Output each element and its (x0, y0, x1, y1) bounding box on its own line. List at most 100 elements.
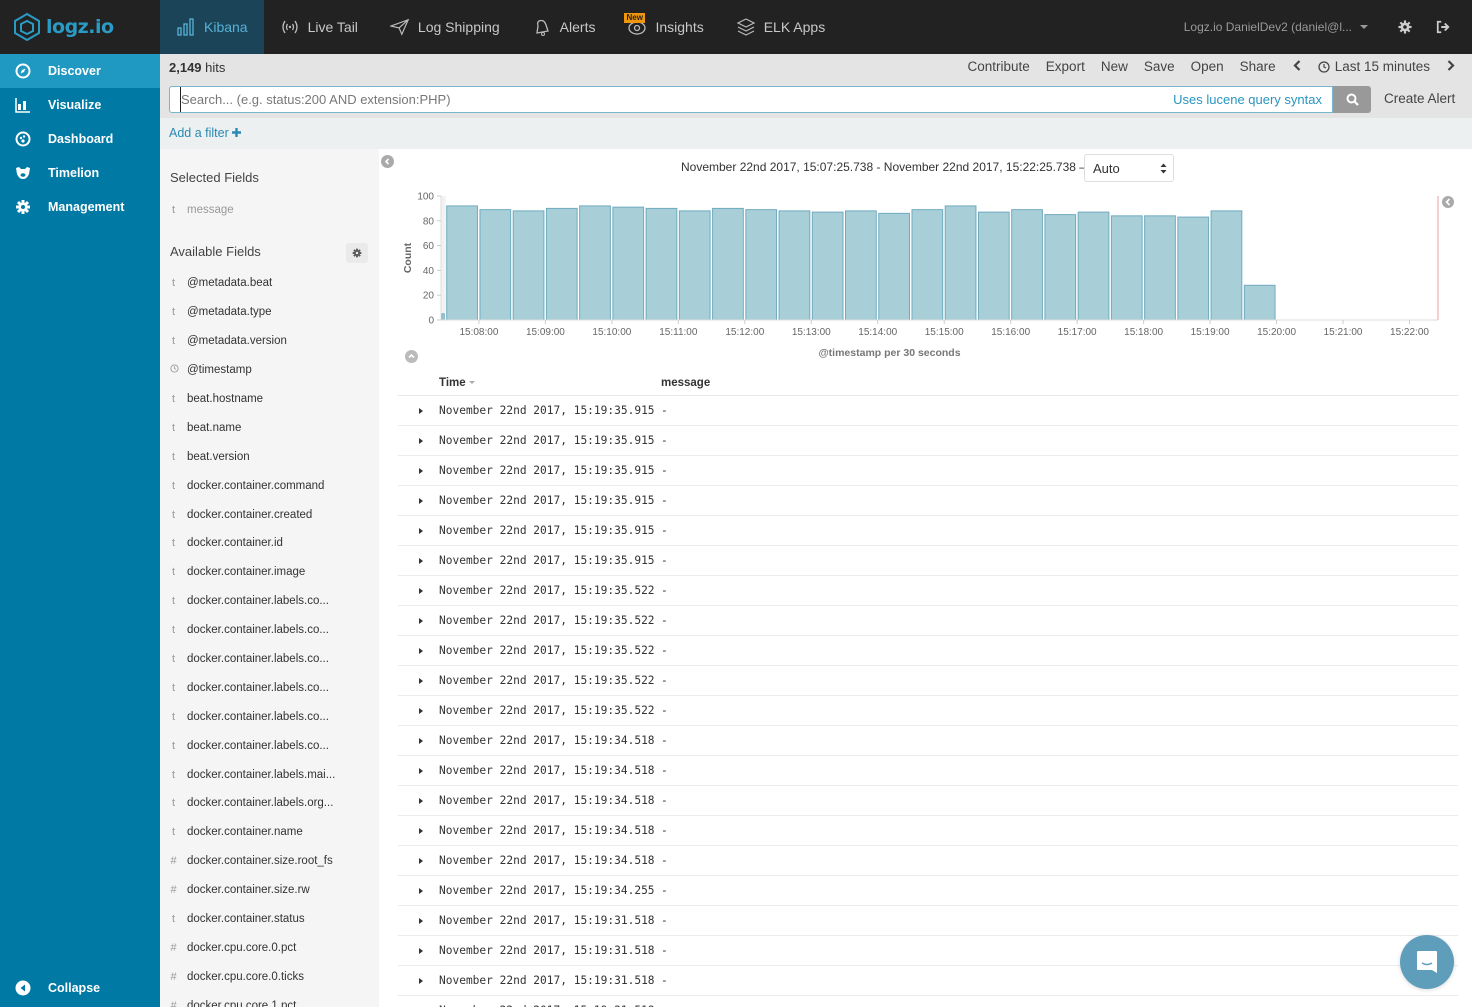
expand-row-toggle[interactable] (398, 755, 439, 786)
table-row[interactable]: November 22nd 2017, 15:19:35.522- (398, 575, 1458, 606)
table-row[interactable]: November 22nd 2017, 15:19:35.915- (398, 485, 1458, 516)
table-row[interactable]: November 22nd 2017, 15:19:34.518- (398, 815, 1458, 846)
table-row[interactable]: November 22nd 2017, 15:19:34.518- (398, 725, 1458, 756)
table-row[interactable]: November 22nd 2017, 15:19:35.915- (398, 395, 1458, 426)
field-settings-button[interactable] (346, 243, 368, 263)
field-item[interactable]: t docker.container.status (170, 905, 375, 934)
expand-row-toggle[interactable] (398, 515, 439, 546)
nav-insights[interactable]: New Insights (611, 0, 719, 54)
field-item[interactable]: t @metadata.type (170, 298, 375, 327)
table-row[interactable]: November 22nd 2017, 15:19:31.518- (398, 995, 1458, 1007)
table-row[interactable]: November 22nd 2017, 15:19:31.518- (398, 905, 1458, 936)
user-menu[interactable]: Logz.io DanielDev2 (daniel@l... (1184, 20, 1360, 34)
sidebar-collapse-button[interactable]: Collapse (0, 971, 160, 1005)
table-row[interactable]: November 22nd 2017, 15:19:31.518- (398, 935, 1458, 966)
save-link[interactable]: Save (1136, 59, 1183, 74)
nav-alerts[interactable]: Alerts (516, 0, 612, 54)
field-item[interactable]: t docker.container.labels.co... (170, 616, 375, 645)
logo[interactable]: logz.io (0, 0, 160, 54)
sidebar-item-dashboard[interactable]: Dashboard (0, 122, 160, 156)
time-forward-button[interactable] (1438, 59, 1464, 74)
table-row[interactable]: November 22nd 2017, 15:19:35.915- (398, 425, 1458, 456)
table-row[interactable]: November 22nd 2017, 15:19:34.255- (398, 875, 1458, 906)
chevron-down-icon[interactable] (1360, 25, 1368, 29)
table-row[interactable]: November 22nd 2017, 15:19:34.518- (398, 755, 1458, 786)
expand-row-toggle[interactable] (398, 845, 439, 876)
table-row[interactable]: November 22nd 2017, 15:19:35.915- (398, 455, 1458, 486)
field-item[interactable]: t beat.name (170, 413, 375, 442)
table-row[interactable]: November 22nd 2017, 15:19:34.518- (398, 845, 1458, 876)
field-item[interactable]: # docker.cpu.core.0.pct (170, 933, 375, 962)
create-alert-button[interactable]: Create Alert (1384, 91, 1455, 106)
field-item[interactable]: t @metadata.version (170, 327, 375, 356)
field-item[interactable]: t docker.container.labels.org... (170, 789, 375, 818)
sidebar-item-visualize[interactable]: Visualize (0, 88, 160, 122)
expand-row-toggle[interactable] (398, 545, 439, 576)
expand-row-toggle[interactable] (398, 995, 439, 1007)
new-link[interactable]: New (1093, 59, 1136, 74)
field-item[interactable]: t docker.container.labels.mai... (170, 760, 375, 789)
nav-kibana[interactable]: Kibana (160, 0, 264, 54)
expand-row-toggle[interactable] (398, 785, 439, 816)
table-row[interactable]: November 22nd 2017, 15:19:35.522- (398, 635, 1458, 666)
expand-row-toggle[interactable] (398, 395, 439, 426)
sign-out-icon[interactable] (1434, 18, 1452, 36)
field-item[interactable]: t docker.container.created (170, 500, 375, 529)
table-row[interactable]: November 22nd 2017, 15:19:34.518- (398, 785, 1458, 816)
export-link[interactable]: Export (1038, 59, 1093, 74)
field-item[interactable]: t docker.container.labels.co... (170, 702, 375, 731)
table-row[interactable]: November 22nd 2017, 15:19:35.915- (398, 515, 1458, 546)
expand-row-toggle[interactable] (398, 425, 439, 456)
expand-row-toggle[interactable] (398, 875, 439, 906)
field-item[interactable]: # docker.cpu.core.1.pct (170, 991, 375, 1007)
sidebar-item-management[interactable]: Management (0, 190, 160, 224)
expand-row-toggle[interactable] (398, 965, 439, 996)
nav-log-shipping[interactable]: Log Shipping (374, 0, 516, 54)
expand-row-toggle[interactable] (398, 575, 439, 606)
search-input[interactable] (180, 87, 1174, 112)
field-item[interactable]: t docker.container.labels.co... (170, 645, 375, 674)
field-item[interactable]: t beat.version (170, 442, 375, 471)
expand-row-toggle[interactable] (398, 605, 439, 636)
time-picker[interactable]: Last 15 minutes (1310, 59, 1438, 74)
table-row[interactable]: November 22nd 2017, 15:19:35.915- (398, 545, 1458, 576)
expand-row-toggle[interactable] (398, 725, 439, 756)
field-item[interactable]: t docker.container.command (170, 471, 375, 500)
selected-field-item[interactable]: t message (170, 204, 234, 216)
field-item[interactable]: t docker.container.labels.co... (170, 587, 375, 616)
sort-desc-icon[interactable] (468, 381, 475, 385)
collapse-sidebar-button[interactable] (381, 155, 394, 168)
field-item[interactable]: t @metadata.beat (170, 269, 375, 298)
contribute-link[interactable]: Contribute (960, 59, 1038, 74)
expand-row-toggle[interactable] (398, 935, 439, 966)
field-item[interactable]: t docker.container.name (170, 818, 375, 847)
expand-row-toggle[interactable] (398, 455, 439, 486)
interval-select[interactable]: Auto (1084, 154, 1174, 182)
field-item[interactable]: t docker.container.id (170, 529, 375, 558)
table-row[interactable]: November 22nd 2017, 15:19:35.522- (398, 605, 1458, 636)
expand-row-toggle[interactable] (398, 815, 439, 846)
expand-row-toggle[interactable] (398, 665, 439, 696)
lucene-syntax-link[interactable]: Uses lucene query syntax (1173, 92, 1332, 107)
field-item[interactable]: # docker.cpu.core.0.ticks (170, 962, 375, 991)
field-item[interactable]: # docker.container.size.root_fs (170, 847, 375, 876)
expand-row-toggle[interactable] (398, 635, 439, 666)
column-header-time[interactable]: Time (439, 371, 661, 396)
share-link[interactable]: Share (1232, 59, 1284, 74)
field-item[interactable]: @timestamp (170, 356, 375, 385)
table-row[interactable]: November 22nd 2017, 15:19:35.522- (398, 695, 1458, 726)
histogram-chart[interactable]: 0 20 40 60 80 100 Count 15:08:00 15:09:00 15:10:0… (379, 184, 1472, 369)
field-item[interactable]: t docker.container.labels.co... (170, 731, 375, 760)
expand-row-toggle[interactable] (398, 695, 439, 726)
field-item[interactable]: t beat.hostname (170, 385, 375, 414)
open-link[interactable]: Open (1183, 59, 1232, 74)
table-row[interactable]: November 22nd 2017, 15:19:31.518- (398, 965, 1458, 996)
search-button[interactable] (1333, 86, 1371, 113)
expand-row-toggle[interactable] (398, 905, 439, 936)
chat-widget-button[interactable] (1400, 935, 1454, 989)
field-item[interactable]: t docker.container.labels.co... (170, 673, 375, 702)
field-item[interactable]: t docker.container.image (170, 558, 375, 587)
collapse-chart-button[interactable] (405, 350, 418, 363)
expand-row-toggle[interactable] (398, 485, 439, 516)
gear-icon[interactable] (1396, 18, 1414, 36)
